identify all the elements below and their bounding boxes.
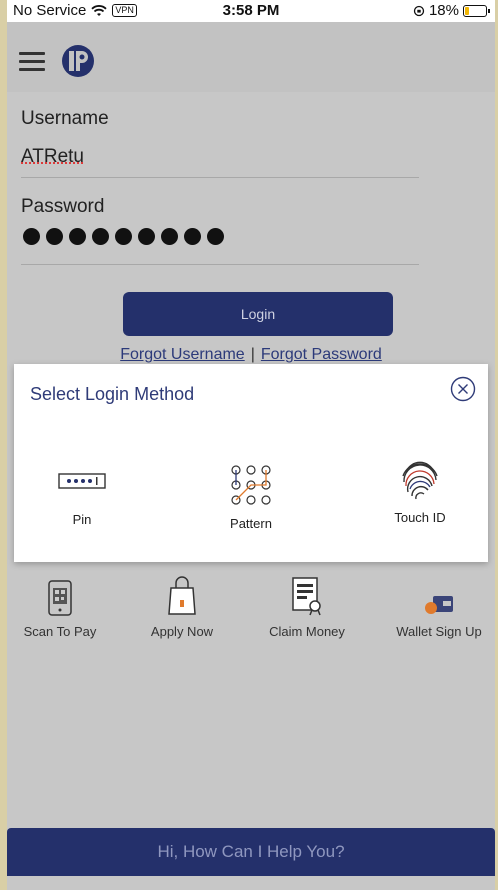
orientation-lock-icon bbox=[413, 5, 425, 16]
password-input[interactable] bbox=[23, 228, 224, 245]
forgot-password-link[interactable]: Forgot Password bbox=[261, 346, 382, 363]
login-option-pattern[interactable]: Pattern bbox=[191, 460, 311, 531]
option-label: Pin bbox=[72, 512, 92, 527]
username-label: Username bbox=[21, 108, 109, 129]
action-label: Claim Money bbox=[269, 624, 345, 639]
action-claim-money[interactable]: Claim Money bbox=[252, 572, 362, 639]
certificate-icon bbox=[292, 577, 321, 616]
action-scan-to-pay[interactable]: Scan To Pay bbox=[7, 572, 115, 639]
password-label: Password bbox=[21, 196, 105, 217]
app-header bbox=[7, 22, 495, 92]
battery-percent: 18% bbox=[428, 2, 459, 19]
pattern-icon bbox=[231, 465, 271, 505]
close-icon[interactable] bbox=[450, 376, 476, 402]
login-method-modal: Select Login Method Pin Pattern Touch ID bbox=[14, 364, 488, 562]
battery-icon bbox=[463, 4, 490, 17]
forgot-username-link[interactable]: Forgot Username bbox=[120, 346, 245, 363]
username-underline bbox=[21, 177, 419, 178]
option-label: Pattern bbox=[230, 516, 272, 531]
forgot-links: Forgot Username | Forgot Password bbox=[7, 346, 495, 364]
bank-logo-icon bbox=[62, 45, 94, 77]
action-label: Scan To Pay bbox=[23, 624, 97, 639]
fingerprint-icon bbox=[402, 461, 438, 500]
forgot-separator: | bbox=[250, 346, 255, 363]
chat-assistant-bar[interactable]: Hi, How Can I Help You? bbox=[7, 828, 495, 876]
pin-icon bbox=[58, 473, 106, 489]
quick-actions: Scan To Pay Apply Now Claim Money Wallet… bbox=[7, 572, 495, 652]
qr-phone-icon bbox=[48, 580, 72, 616]
action-wallet-sign-up[interactable]: Wallet Sign Up bbox=[384, 572, 494, 639]
status-bar: No Service VPN 3:58 PM 18% bbox=[7, 0, 495, 22]
username-input[interactable]: ATRetu bbox=[21, 146, 84, 168]
action-label: Wallet Sign Up bbox=[396, 624, 482, 639]
wallet-icon bbox=[425, 596, 453, 614]
password-underline bbox=[21, 264, 419, 265]
login-button[interactable]: Login bbox=[123, 292, 393, 336]
action-apply-now[interactable]: Apply Now bbox=[127, 572, 237, 639]
action-label: Apply Now bbox=[150, 624, 214, 639]
login-option-touch-id[interactable]: Touch ID bbox=[360, 454, 480, 525]
status-right: 18% bbox=[413, 2, 490, 19]
shopping-bag-icon bbox=[168, 576, 196, 615]
option-label: Touch ID bbox=[394, 510, 446, 525]
login-option-pin[interactable]: Pin bbox=[22, 456, 142, 527]
modal-title: Select Login Method bbox=[30, 384, 195, 404]
hamburger-menu-icon[interactable] bbox=[19, 52, 45, 72]
